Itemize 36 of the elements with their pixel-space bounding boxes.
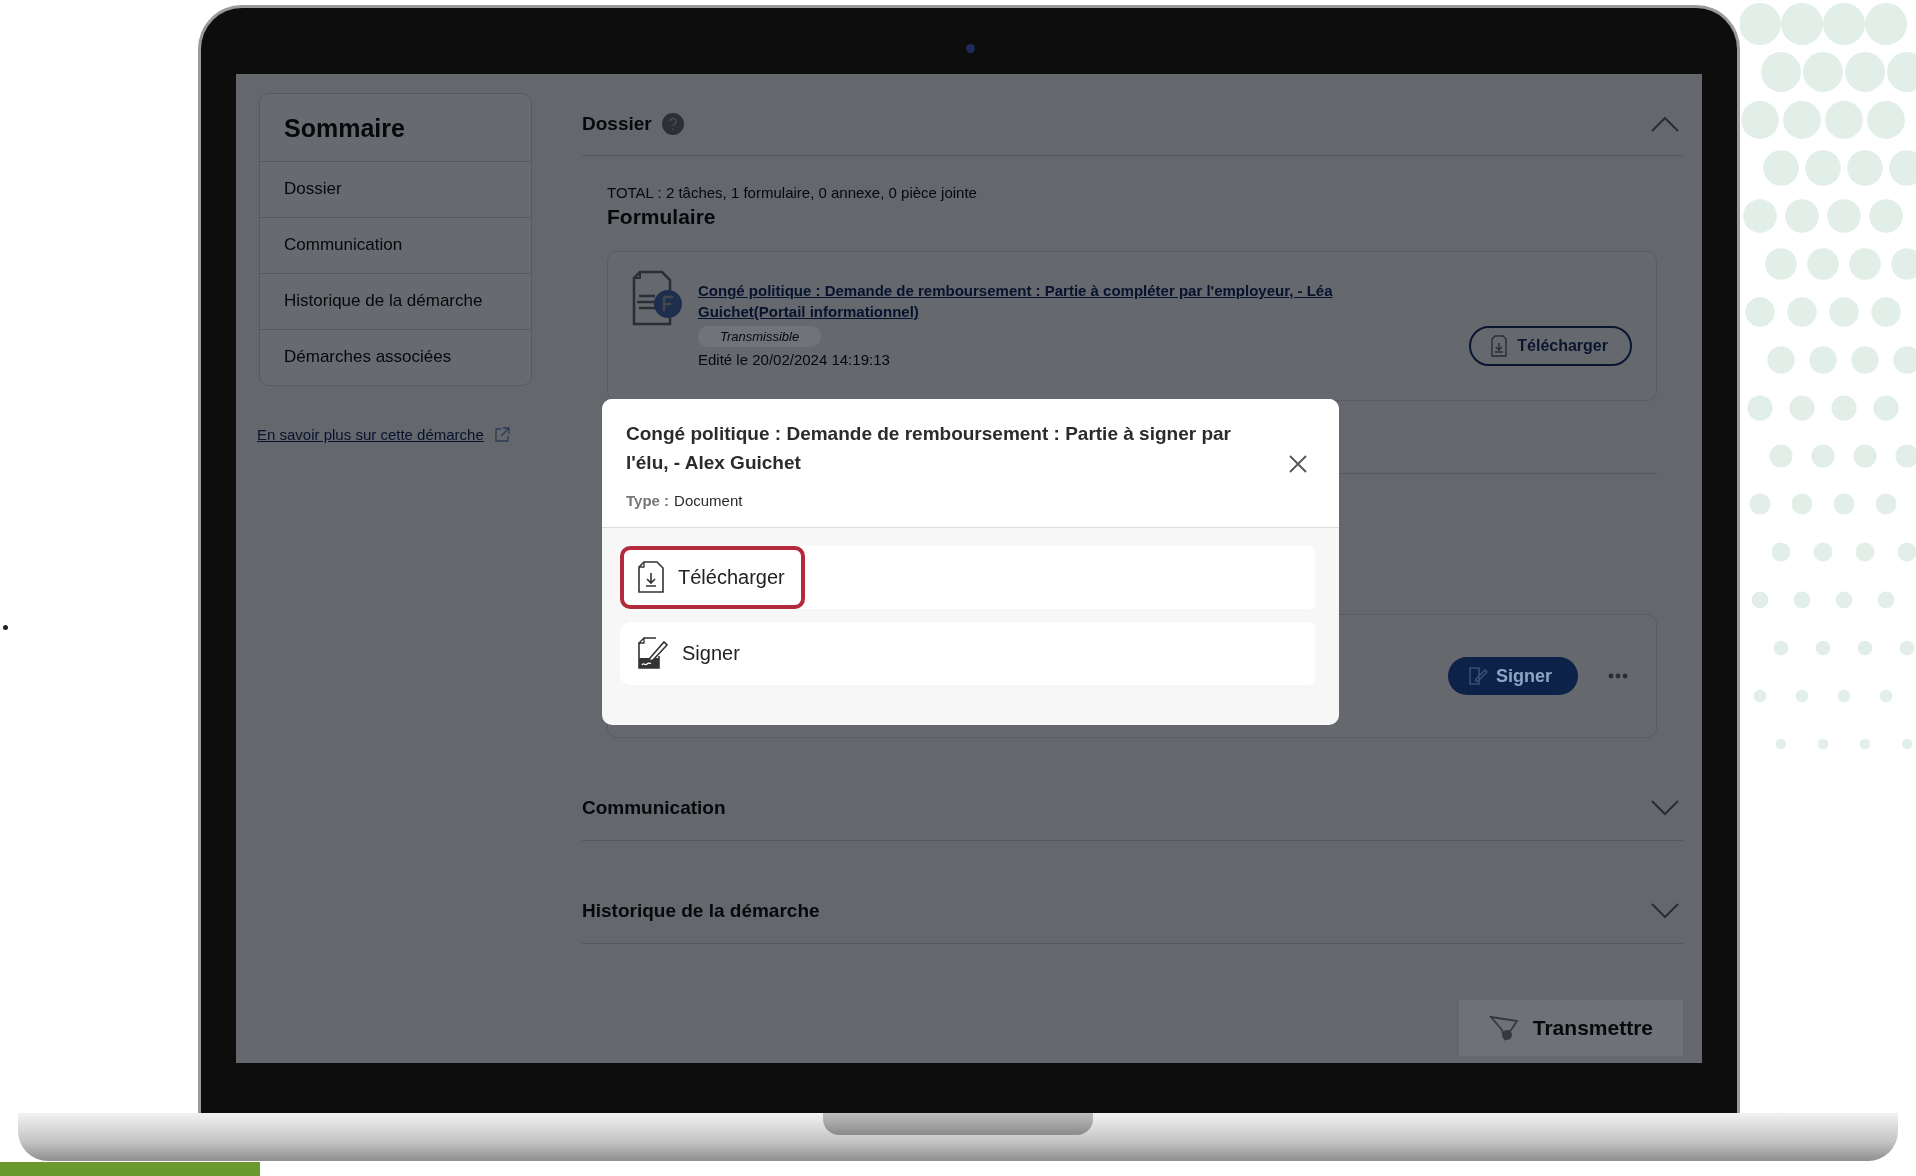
download-button[interactable]: Télécharger bbox=[1469, 326, 1632, 366]
sign-button[interactable]: Signer bbox=[1448, 657, 1578, 695]
edited-date: Edité le 20/02/2024 14:19:13 bbox=[698, 351, 890, 368]
chevron-icon[interactable] bbox=[1651, 116, 1679, 132]
type-value: Document bbox=[674, 491, 743, 509]
section-title: Communication bbox=[582, 797, 726, 819]
type-label: Type : bbox=[626, 491, 670, 509]
subsection-title: Formulaire bbox=[607, 205, 717, 229]
action-option[interactable]: Télécharger bbox=[620, 545, 805, 609]
summary-title: Sommaire bbox=[260, 94, 531, 162]
sign-document-icon bbox=[638, 637, 668, 670]
send-icon bbox=[1488, 1015, 1519, 1041]
section-title: Dossier bbox=[582, 113, 652, 135]
dialog-title: Congé politique : Demande de remboursement : Partie à signer par l'élu, - Alex Guichet bbox=[626, 422, 1232, 476]
external-link-icon bbox=[493, 426, 510, 443]
transmit-button[interactable]: Transmettre bbox=[1458, 1000, 1683, 1056]
learn-more-link[interactable]: En savoir plus sur cette démarche bbox=[257, 426, 484, 443]
help-icon[interactable] bbox=[661, 113, 684, 135]
form-document-icon bbox=[632, 270, 684, 328]
form-title-link[interactable]: Congé politique : Demande de remboursement : Partie à compléter par l'employeur, - Léa Guichet(Portail informationnel) bbox=[698, 280, 1398, 322]
chevron-icon[interactable] bbox=[1651, 903, 1679, 919]
close-icon[interactable] bbox=[1289, 454, 1307, 473]
summary-item[interactable]: Historique de la démarche bbox=[260, 274, 531, 330]
sign-pen-icon bbox=[1468, 666, 1488, 686]
bullet-dot bbox=[3, 625, 8, 630]
summary-item[interactable]: Démarches associées bbox=[260, 330, 531, 385]
section-title: Historique de la démarche bbox=[582, 900, 820, 922]
more-options-icon[interactable] bbox=[1608, 673, 1628, 679]
status-tag: Transmissible bbox=[698, 326, 822, 347]
camera-dot bbox=[966, 44, 975, 53]
chevron-icon[interactable] bbox=[1651, 800, 1679, 816]
summary-item[interactable]: Communication bbox=[260, 218, 531, 274]
summary-item[interactable]: Dossier bbox=[260, 162, 531, 218]
download-document-icon bbox=[638, 561, 664, 594]
download-document-icon bbox=[1491, 335, 1508, 357]
total-summary: TOTAL : 2 tâches, 1 formulaire, 0 annexe, 0 pièce jointe bbox=[607, 184, 978, 201]
